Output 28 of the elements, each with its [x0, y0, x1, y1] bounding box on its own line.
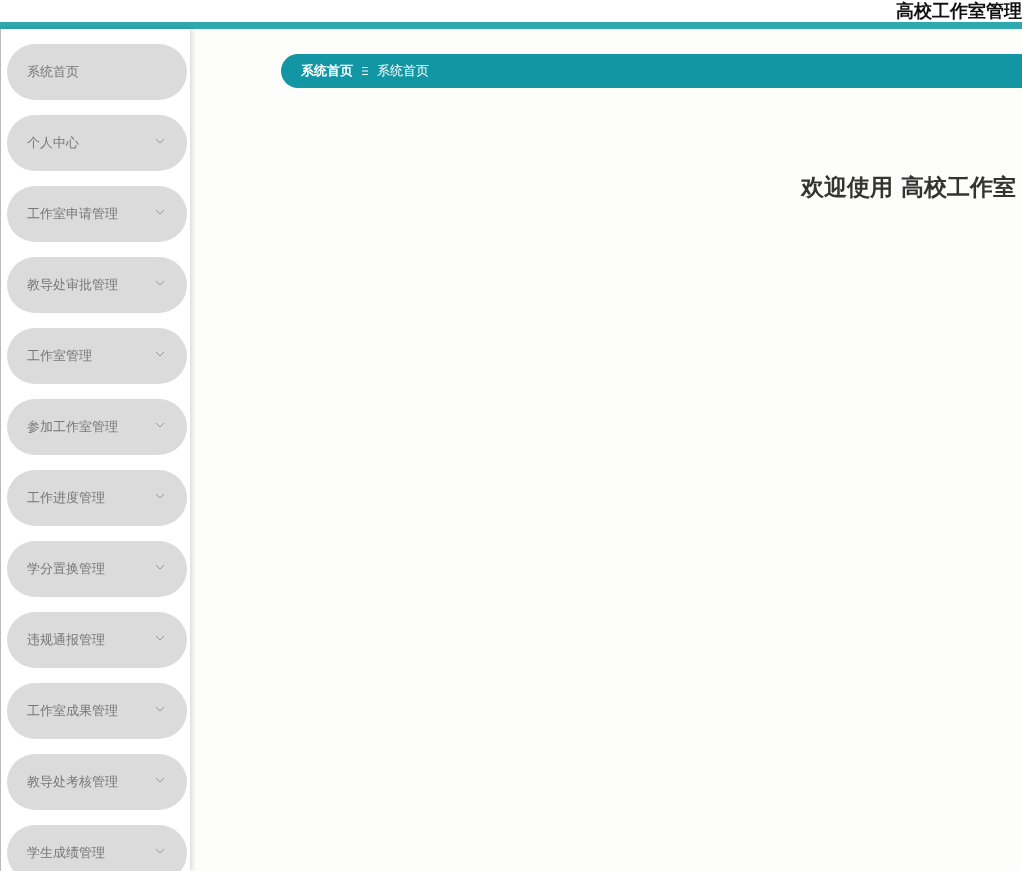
breadcrumb-link[interactable]: 系统首页: [377, 62, 429, 80]
sidebar-item[interactable]: 参加工作室管理: [7, 399, 187, 455]
chevron-down-icon: [155, 138, 165, 144]
sidebar-item[interactable]: 违规通报管理: [7, 612, 187, 668]
sidebar-item[interactable]: 教导处审批管理: [7, 257, 187, 313]
system-title: 高校工作室管理: [896, 1, 1022, 21]
sidebar-item[interactable]: 工作室申请管理: [7, 186, 187, 242]
chevron-down-icon: [155, 351, 165, 357]
sidebar-item[interactable]: 学生成绩管理: [7, 825, 187, 871]
sidebar-item[interactable]: 工作进度管理: [7, 470, 187, 526]
chevron-down-icon: [155, 564, 165, 570]
sidebar-item[interactable]: 工作室成果管理: [7, 683, 187, 739]
chevron-down-icon: [155, 706, 165, 712]
chevron-down-icon: [155, 635, 165, 641]
chevron-down-icon: [155, 422, 165, 428]
sidebar-item[interactable]: 系统首页: [7, 44, 187, 100]
breadcrumb-link[interactable]: 系统首页: [301, 62, 353, 80]
chevron-down-icon: [155, 777, 165, 783]
chevron-down-icon: [155, 280, 165, 286]
chevron-down-icon: [155, 209, 165, 215]
chevron-down-icon: [155, 493, 165, 499]
menu-icon: [361, 66, 369, 76]
chevron-down-icon: [155, 848, 165, 854]
sidebar-item[interactable]: 工作室管理: [7, 328, 187, 384]
sidebar-item[interactable]: 个人中心: [7, 115, 187, 171]
sidebar-item[interactable]: 教导处考核管理: [7, 754, 187, 810]
sidebar-item[interactable]: 学分置换管理: [7, 541, 187, 597]
welcome-heading: 欢迎使用 高校工作室: [801, 173, 1017, 202]
